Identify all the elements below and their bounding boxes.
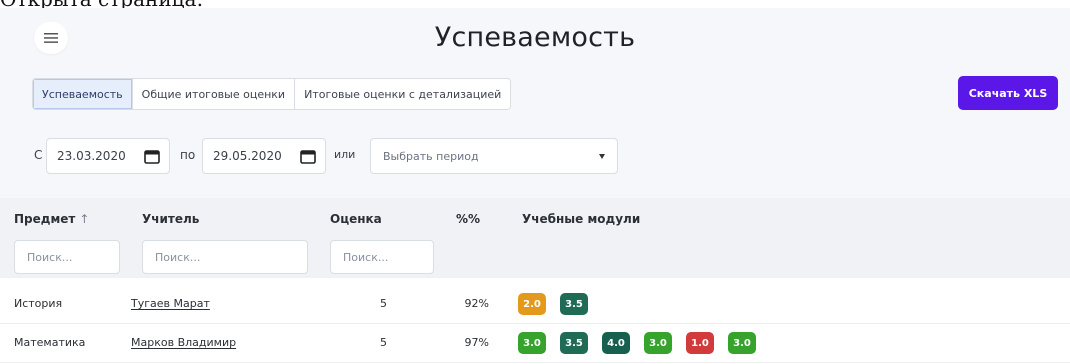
column-header-modules: Учебные модули — [522, 212, 641, 226]
table-header: Предмет ↑ Учитель Оценка %% Учебные модул… — [0, 198, 1070, 278]
cropped-header-text: Открыта страница: — [0, 0, 203, 8]
subject-cell: История — [14, 297, 63, 310]
module-badge[interactable]: 3.0 — [728, 332, 756, 354]
module-badge[interactable]: 3.0 — [518, 332, 546, 354]
calendar-icon[interactable] — [144, 149, 160, 164]
column-header-subject-label: Предмет — [14, 212, 76, 226]
subject-search-input[interactable] — [14, 240, 120, 274]
tab-detailed-final-grades[interactable]: Итоговые оценки с детализацией — [295, 79, 511, 109]
from-date-field[interactable]: 23.03.2020 — [46, 138, 170, 174]
from-date-value: 23.03.2020 — [57, 149, 126, 163]
download-xls-button[interactable]: Скачать XLS — [958, 76, 1058, 110]
module-badge[interactable]: 3.0 — [644, 332, 672, 354]
to-label: по — [180, 148, 196, 162]
percent-cell: 97% — [464, 336, 489, 349]
percent-cell: 92% — [464, 297, 489, 310]
modules-cell: 3.0 3.5 4.0 3.0 1.0 3.0 — [518, 332, 756, 354]
module-badge[interactable]: 1.0 — [686, 332, 714, 354]
module-badge[interactable]: 4.0 — [602, 332, 630, 354]
table-row: Математика Марков Владимир 5 97% 3.0 3.5… — [0, 325, 1070, 363]
tab-general-final-grades[interactable]: Общие итоговые оценки — [132, 79, 296, 109]
modules-cell: 2.0 3.5 — [518, 293, 588, 315]
column-header-percent[interactable]: %% — [456, 212, 480, 226]
cropped-header: Открыта страница: — [0, 0, 1070, 8]
grade-search-input[interactable] — [330, 240, 434, 274]
grade-cell: 5 — [380, 336, 387, 349]
column-header-teacher[interactable]: Учитель — [142, 212, 199, 226]
to-date-value: 29.05.2020 — [213, 149, 282, 163]
caret-down-icon — [599, 154, 605, 159]
column-header-subject[interactable]: Предмет ↑ — [14, 212, 89, 226]
page: Открыта страница: Успеваемость Успеваемо… — [0, 0, 1070, 364]
grade-cell: 5 — [380, 297, 387, 310]
module-badge[interactable]: 3.5 — [560, 332, 588, 354]
teacher-search-input[interactable] — [142, 240, 308, 274]
tab-bar: Успеваемость Общие итоговые оценки Итого… — [32, 78, 512, 110]
period-select[interactable]: Выбрать период — [370, 138, 618, 174]
module-badge[interactable]: 3.5 — [560, 293, 588, 315]
table-row: История Тугаев Марат 5 92% 2.0 3.5 — [0, 286, 1070, 324]
teacher-link[interactable]: Марков Владимир — [131, 336, 236, 349]
from-label: С — [34, 148, 43, 162]
or-label: или — [334, 148, 356, 161]
tab-progress[interactable]: Успеваемость — [33, 79, 133, 109]
date-filters: С 23.03.2020 по 29.05.2020 или Выбрать п… — [0, 138, 1070, 174]
period-select-placeholder: Выбрать период — [383, 149, 479, 163]
page-title: Успеваемость — [434, 22, 636, 53]
module-badge[interactable]: 2.0 — [518, 293, 546, 315]
subject-cell: Математика — [14, 336, 86, 349]
calendar-icon[interactable] — [300, 149, 316, 164]
teacher-link[interactable]: Тугаев Марат — [131, 297, 210, 310]
column-header-grade[interactable]: Оценка — [330, 212, 382, 226]
to-date-field[interactable]: 29.05.2020 — [202, 138, 326, 174]
grades-table: Предмет ↑ Учитель Оценка %% Учебные модул… — [0, 198, 1070, 364]
sort-asc-icon: ↑ — [79, 212, 90, 226]
